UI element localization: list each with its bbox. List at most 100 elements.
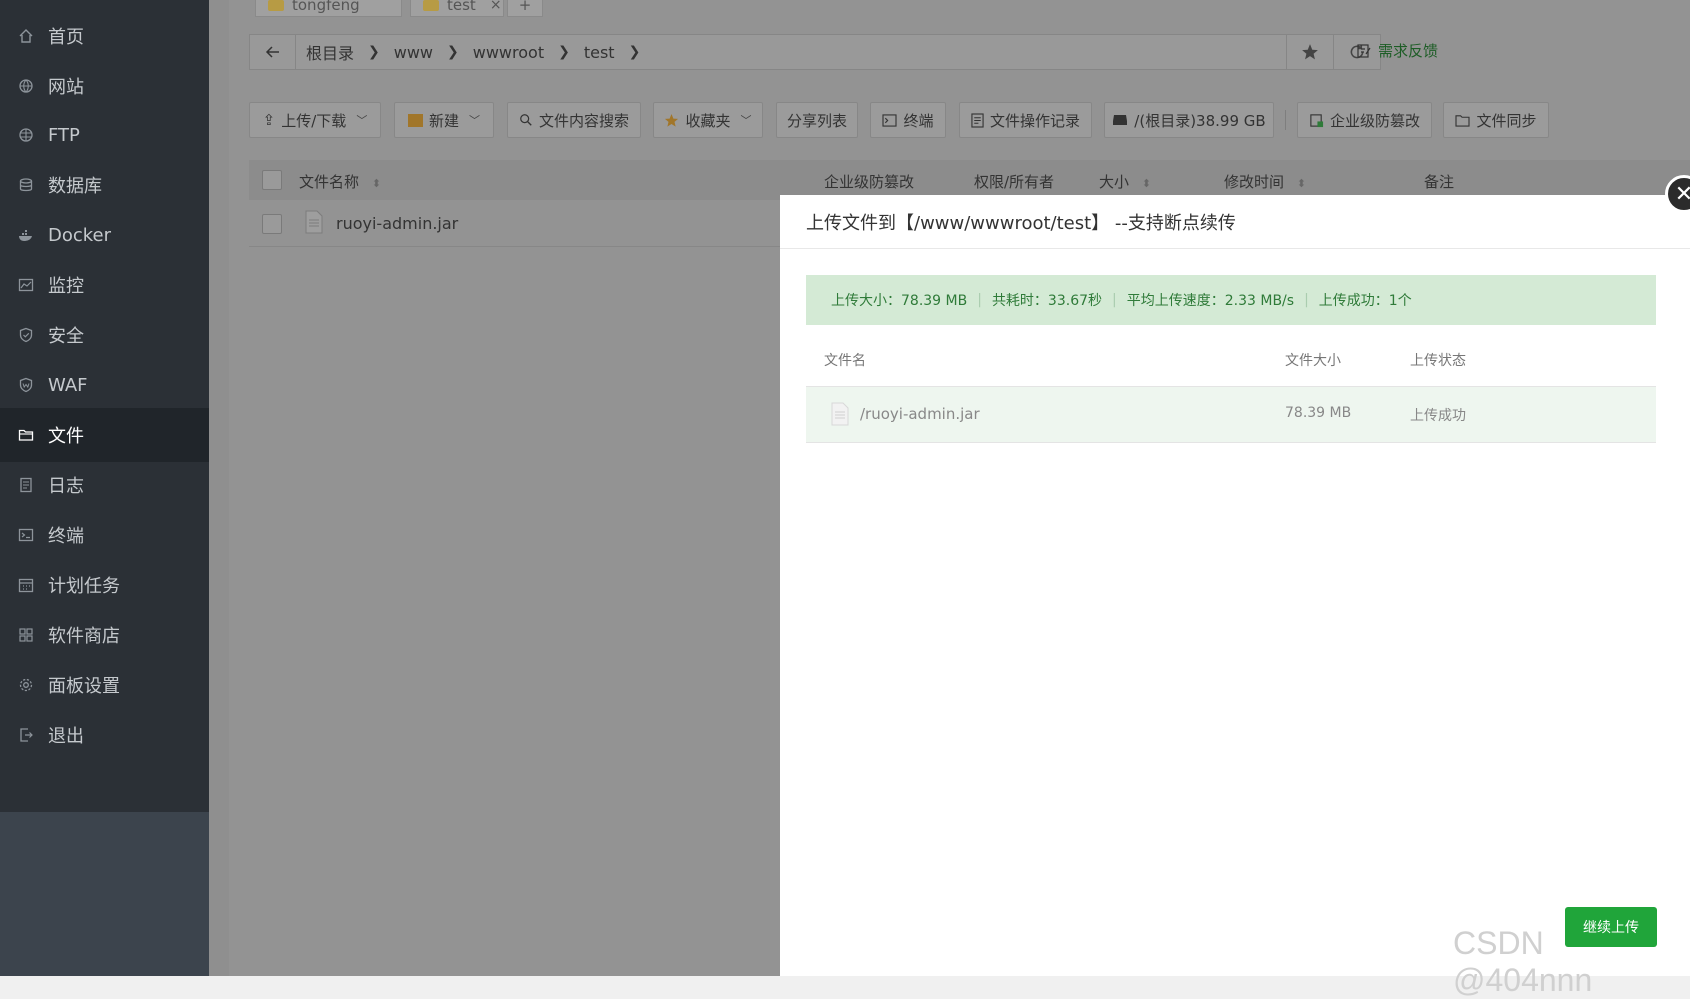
col-note-header: 备注 [1424, 173, 1455, 191]
tamper-label: 企业级防篡改 [1329, 111, 1420, 130]
divider: | [1112, 292, 1117, 308]
tab-label: test [447, 0, 476, 14]
tab-test[interactable]: test × [410, 0, 504, 17]
sidebar-item-label: 文件 [48, 426, 84, 447]
file-sync-label: 文件同步 [1476, 111, 1537, 130]
breadcrumb-item-test[interactable]: test [584, 43, 615, 62]
chevron-right-icon: ❯ [558, 44, 570, 60]
sidebar-item-waf[interactable]: WAF [0, 358, 209, 412]
new-folder-icon [407, 113, 423, 127]
file-icon [831, 402, 849, 430]
sidebar-item-database[interactable]: 数据库 [0, 158, 209, 212]
folder-icon [268, 0, 284, 11]
chevron-right-icon: ❯ [368, 44, 380, 60]
grid-icon [17, 626, 35, 644]
upload-summary: 上传大小：78.39 MB | 共耗时：33.67秒 | 平均上传速度：2.33 M… [806, 275, 1656, 325]
disk-button[interactable]: /(根目录)38.99 GB [1104, 102, 1274, 138]
sidebar-item-label: 计划任务 [48, 576, 120, 597]
sidebar-item-ftp[interactable]: FTP [0, 108, 209, 162]
sidebar-item-label: 安全 [48, 326, 84, 347]
address-bar[interactable]: 根目录 ❯ www ❯ wwwroot ❯ test ❯ [249, 34, 1346, 70]
document-icon [971, 112, 984, 128]
arrow-left-icon [265, 46, 279, 58]
op-log-button[interactable]: 文件操作记录 [959, 102, 1092, 138]
new-label: 新建 [428, 111, 459, 130]
sort-icon: ⬍ [1296, 177, 1307, 190]
sidebar-item-terminal[interactable]: 终端 [0, 508, 209, 562]
watermark: CSDN @404nnn [1453, 925, 1593, 998]
upload-dialog: 上传文件到【/www/wwwroot/test】 --支持断点续传 上传大小：7… [780, 195, 1690, 976]
tab-close-icon[interactable]: × [490, 0, 502, 13]
sidebar-item-files[interactable]: 文件 [0, 408, 209, 462]
folder-icon [17, 426, 35, 444]
sidebar-menu: 首页 网站 FTP 数据库 Docker 监控 安全 WAF 文件 日志 终端 … [0, 0, 209, 812]
divider: | [977, 292, 982, 308]
sidebar-item-security[interactable]: 安全 [0, 308, 209, 362]
edit-note-icon [1357, 43, 1371, 58]
favorites-label: 收藏夹 [685, 111, 731, 130]
sidebar-item-website[interactable]: 网站 [0, 59, 209, 113]
back-button[interactable] [250, 35, 296, 69]
tab-add-button[interactable]: + [507, 0, 543, 17]
sidebar: 首页 网站 FTP 数据库 Docker 监控 安全 WAF 文件 日志 终端 … [0, 0, 209, 976]
dialog-title: 上传文件到【/www/wwwroot/test】 --支持断点续传 [780, 195, 1690, 249]
new-button[interactable]: 新建 ﹀ [394, 102, 494, 138]
sidebar-item-label: FTP [48, 124, 80, 146]
search-icon [520, 114, 532, 126]
sidebar-item-docker[interactable]: Docker [0, 208, 209, 262]
database-icon [17, 176, 35, 194]
toolbar-divider [1285, 110, 1286, 130]
col-name-header[interactable]: 文件名称 ⬍ [299, 171, 381, 192]
upload-file-name: /ruoyi-admin.jar [860, 405, 980, 423]
monitor-icon [17, 276, 35, 294]
row-checkbox[interactable] [262, 214, 282, 234]
summary-speed: 平均上传速度：2.33 MB/s [1126, 293, 1295, 309]
favorite-star-button[interactable] [1286, 34, 1334, 70]
sidebar-item-monitor[interactable]: 监控 [0, 258, 209, 312]
op-log-label: 文件操作记录 [989, 111, 1080, 130]
upload-download-button[interactable]: ⇪ 上传/下载 ﹀ [249, 102, 381, 138]
share-list-button[interactable]: 分享列表 [776, 102, 858, 138]
col-status-header: 上传状态 [1410, 353, 1466, 369]
col-mtime-label: 修改时间 [1224, 173, 1285, 191]
feedback-label: 需求反馈 [1378, 42, 1439, 60]
ftp-globe-icon [17, 126, 35, 144]
col-tamper-header: 企业级防篡改 [824, 173, 915, 191]
waf-shield-icon [17, 376, 35, 394]
breadcrumb-item-root[interactable]: 根目录 [306, 40, 354, 64]
tab-tongfeng[interactable]: tongfeng [255, 0, 402, 17]
upload-icon: ⇪ [262, 111, 276, 129]
upload-file-size: 78.39 MB [1285, 405, 1352, 421]
content-search-button[interactable]: 文件内容搜索 [507, 102, 641, 138]
tamper-protect-icon [1310, 113, 1324, 127]
sidebar-item-cron[interactable]: 计划任务 [0, 558, 209, 612]
col-size-label: 大小 [1099, 173, 1130, 191]
home-icon [17, 27, 35, 45]
file-name-link[interactable]: ruoyi-admin.jar [336, 214, 458, 233]
file-sync-button[interactable]: 文件同步 [1443, 102, 1549, 138]
logout-icon [17, 726, 35, 744]
col-mtime-header[interactable]: 修改时间 ⬍ [1224, 171, 1306, 192]
folder-icon [423, 0, 439, 11]
sidebar-item-store[interactable]: 软件商店 [0, 608, 209, 662]
calendar-icon [17, 576, 35, 594]
sidebar-item-logs[interactable]: 日志 [0, 458, 209, 512]
sidebar-item-settings[interactable]: 面板设置 [0, 658, 209, 712]
terminal-button[interactable]: 终端 [870, 102, 946, 138]
file-icon [305, 210, 323, 238]
sidebar-item-logout[interactable]: 退出 [0, 708, 209, 762]
summary-success: 上传成功：1个 [1318, 293, 1412, 309]
breadcrumb-item-www[interactable]: www [394, 43, 433, 62]
favorites-button[interactable]: 收藏夹 ﹀ [653, 102, 763, 138]
file-table-header [249, 160, 1690, 200]
sidebar-item-home[interactable]: 首页 [0, 9, 209, 63]
feedback-link[interactable]: 需求反馈 [1356, 40, 1438, 61]
disk-icon [1113, 115, 1128, 125]
select-all-checkbox[interactable] [262, 170, 282, 190]
sort-icon: ⬍ [1141, 177, 1152, 190]
folder-sync-icon [1455, 114, 1471, 127]
tamper-button[interactable]: 企业级防篡改 [1297, 102, 1432, 138]
sidebar-item-label: 数据库 [48, 176, 102, 197]
breadcrumb-item-wwwroot[interactable]: wwwroot [473, 43, 544, 62]
col-size-header[interactable]: 大小 ⬍ [1099, 171, 1151, 192]
